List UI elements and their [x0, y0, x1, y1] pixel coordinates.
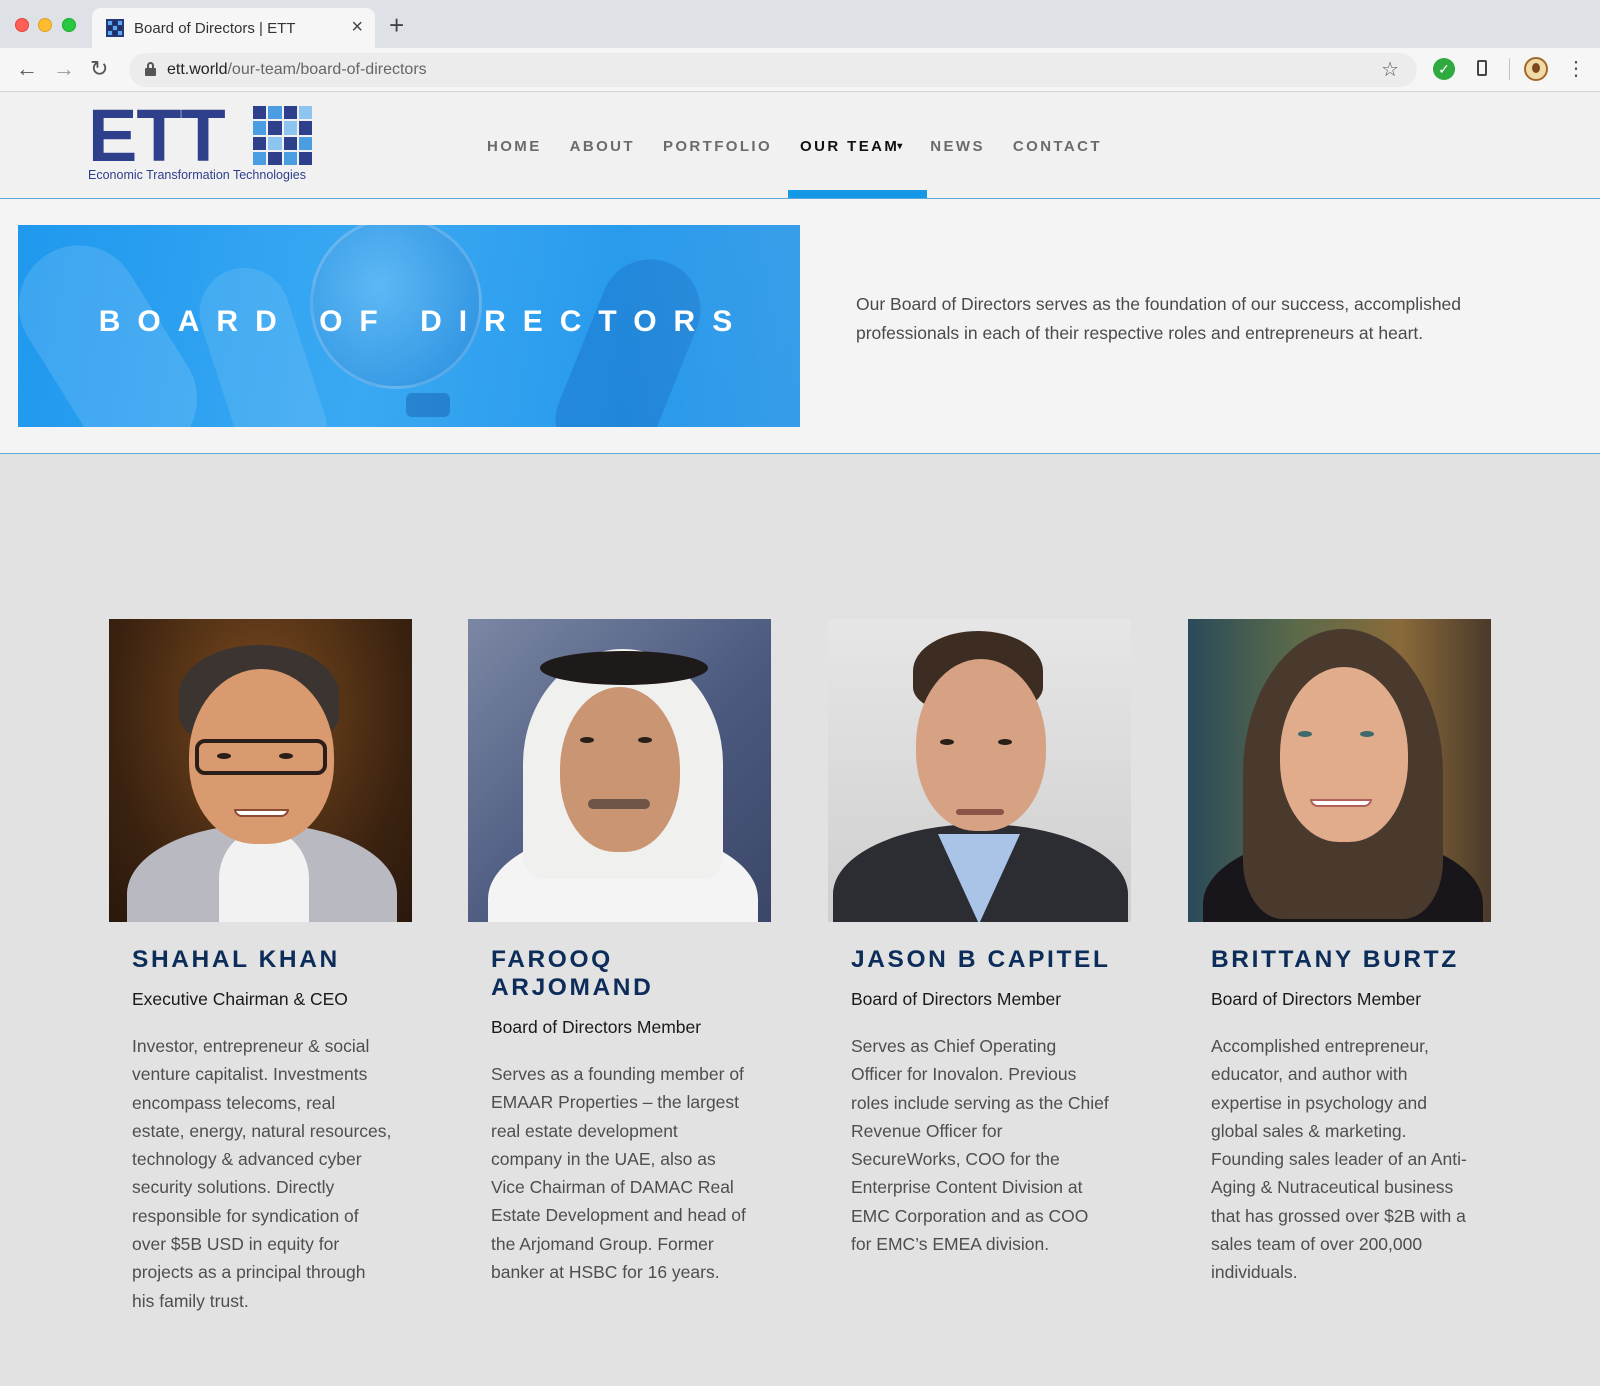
site-favicon-icon: [106, 19, 124, 37]
member-bio: Investor, entrepreneur & social venture …: [132, 1036, 392, 1311]
tab-strip: Board of Directors | ETT × +: [0, 0, 1600, 48]
minimize-window-button[interactable]: [38, 18, 52, 32]
toolbar-divider: [1509, 58, 1510, 80]
nav-news[interactable]: NEWS: [930, 138, 985, 155]
member-photo: [828, 619, 1131, 922]
browser-toolbar: ← → ↻ ett.world/our-team/board-of-direct…: [0, 48, 1600, 92]
member-bio: Accomplished entrepreneur, educator, and…: [1211, 1036, 1467, 1283]
member-role: Board of Directors Member: [491, 1017, 702, 1037]
member-bio: Serves as Chief Operating Officer for In…: [851, 1036, 1109, 1255]
member-name: FAROOQ ARJOMAND: [491, 946, 654, 1001]
new-tab-icon[interactable]: +: [389, 12, 404, 38]
nav-portfolio[interactable]: PORTFOLIO: [663, 138, 772, 155]
browser-menu-icon[interactable]: ⋮: [1566, 55, 1586, 83]
forward-arrow-icon[interactable]: →: [53, 55, 75, 83]
main-navigation: HOME ABOUT PORTFOLIO OUR TEAM▾ NEWS CONT…: [487, 138, 1130, 155]
member-photo: [468, 619, 771, 922]
member-name: JASON B CAPITEL: [851, 946, 1111, 973]
member-role: Board of Directors Member: [851, 989, 1062, 1009]
member-role: Board of Directors Member: [1211, 989, 1422, 1009]
member-card: FAROOQ ARJOMAND Board of Directors Membe…: [468, 619, 771, 1286]
logo-mosaic-icon: [253, 106, 312, 165]
extension-check-icon[interactable]: ✓: [1433, 58, 1455, 80]
address-bar[interactable]: ett.world/our-team/board-of-directors ☆: [129, 53, 1417, 87]
member-photo: [1188, 619, 1491, 922]
zoom-window-button[interactable]: [62, 18, 76, 32]
logo-wordmark: ETT: [88, 94, 226, 177]
member-bio: Serves as a founding member of EMAAR Pro…: [491, 1064, 746, 1283]
logo-tagline: Economic Transformation Technologies: [88, 168, 306, 182]
browser-tab[interactable]: Board of Directors | ETT ×: [92, 8, 375, 48]
hero-description: Our Board of Directors serves as the fou…: [856, 294, 1462, 343]
active-nav-indicator: [788, 190, 927, 198]
page-title: BOARD OF DIRECTORS: [98, 305, 750, 338]
hero-banner: BOARD OF DIRECTORS: [18, 225, 800, 427]
ett-logo[interactable]: ETT Economic Transformation Technologies: [88, 96, 318, 188]
browser-chrome: Board of Directors | ETT × + ← → ↻ ett.w…: [0, 0, 1600, 92]
nav-our-team[interactable]: OUR TEAM▾: [800, 138, 902, 155]
lock-icon[interactable]: [145, 62, 156, 76]
site-header: ETT Economic Transformation Technologies…: [0, 92, 1600, 199]
close-tab-icon[interactable]: ×: [351, 17, 363, 37]
bookmark-star-icon[interactable]: ☆: [1381, 57, 1399, 82]
dropdown-caret-icon: ▾: [897, 141, 903, 152]
close-window-button[interactable]: [15, 18, 29, 32]
member-name: BRITTANY BURTZ: [1211, 946, 1459, 973]
member-card: JASON B CAPITEL Board of Directors Membe…: [828, 619, 1131, 1258]
member-card: BRITTANY BURTZ Board of Directors Member…: [1188, 619, 1491, 1287]
reload-icon[interactable]: ↻: [90, 55, 108, 83]
profile-avatar-icon[interactable]: [1524, 57, 1548, 81]
back-arrow-icon[interactable]: ←: [16, 55, 38, 83]
member-name: SHAHAL KHAN: [132, 946, 340, 973]
nav-home[interactable]: HOME: [487, 138, 542, 155]
member-card: SHAHAL KHAN Executive Chairman & CEO Inv…: [109, 619, 412, 1315]
tab-title: Board of Directors | ETT: [134, 20, 296, 37]
nav-contact[interactable]: CONTACT: [1013, 138, 1102, 155]
url-text[interactable]: ett.world/our-team/board-of-directors: [167, 61, 427, 79]
member-photo: [109, 619, 412, 922]
member-role: Executive Chairman & CEO: [132, 989, 348, 1009]
nav-about[interactable]: ABOUT: [570, 138, 635, 155]
device-mode-icon[interactable]: [1477, 60, 1487, 76]
